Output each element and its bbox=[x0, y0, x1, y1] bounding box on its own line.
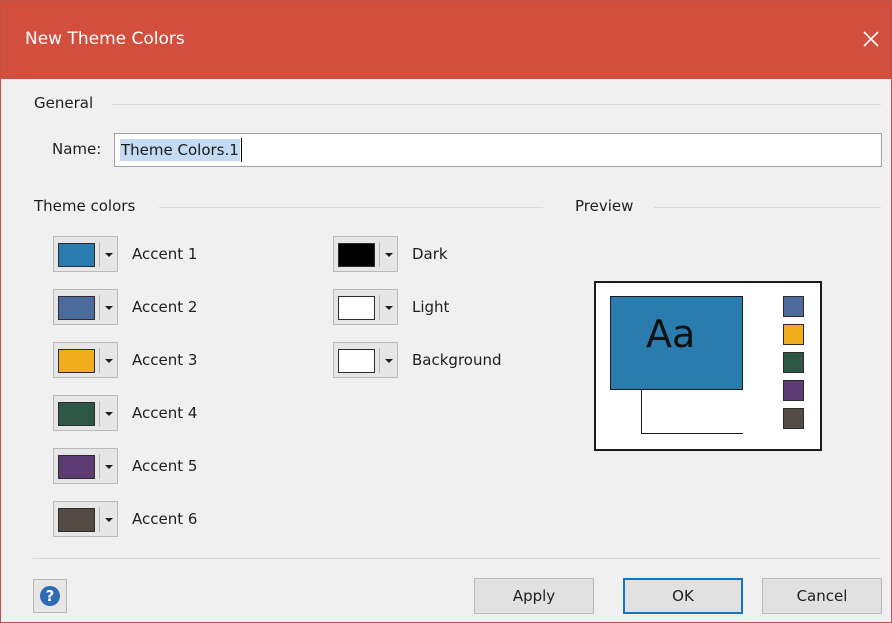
name-field[interactable]: Theme Colors.1 bbox=[114, 133, 882, 167]
text-caret bbox=[241, 138, 242, 162]
dropdown-separator bbox=[99, 295, 100, 320]
color-picker-button[interactable] bbox=[53, 501, 118, 537]
color-picker-button[interactable] bbox=[53, 289, 118, 325]
close-button[interactable] bbox=[851, 17, 891, 61]
theme-colors-divider bbox=[159, 207, 543, 208]
dropdown-arrow-icon bbox=[385, 253, 393, 257]
dropdown-arrow-icon bbox=[105, 465, 113, 469]
general-section-label: General bbox=[34, 94, 94, 112]
preview-color-swatch bbox=[783, 352, 804, 373]
dropdown-separator bbox=[379, 295, 380, 320]
color-picker-button[interactable] bbox=[53, 448, 118, 484]
color-swatch bbox=[58, 296, 95, 320]
color-swatch bbox=[58, 508, 95, 532]
general-divider bbox=[112, 104, 881, 105]
dropdown-arrow-icon bbox=[105, 359, 113, 363]
color-row-label: Light bbox=[412, 298, 450, 316]
color-swatch bbox=[338, 296, 375, 320]
name-field-value: Theme Colors.1 bbox=[120, 139, 240, 161]
color-row-label: Accent 1 bbox=[132, 245, 198, 263]
preview-underline bbox=[641, 433, 743, 434]
dropdown-arrow-icon bbox=[385, 306, 393, 310]
color-picker-button[interactable] bbox=[333, 236, 398, 272]
color-swatch bbox=[338, 243, 375, 267]
preview-section-label: Preview bbox=[575, 197, 634, 215]
dropdown-separator bbox=[99, 348, 100, 373]
theme-preview: Aa bbox=[594, 281, 822, 451]
color-swatch bbox=[58, 349, 95, 373]
new-theme-colors-dialog: New Theme Colors General Name: Theme Col… bbox=[0, 0, 892, 623]
preview-main-block: Aa bbox=[610, 296, 743, 390]
preview-color-swatch bbox=[783, 324, 804, 345]
preview-connector-line bbox=[641, 390, 642, 433]
dropdown-separator bbox=[99, 507, 100, 532]
preview-color-swatch bbox=[783, 380, 804, 401]
color-row-label: Accent 4 bbox=[132, 404, 198, 422]
title-bar: New Theme Colors bbox=[1, 1, 891, 79]
dropdown-arrow-icon bbox=[105, 306, 113, 310]
color-swatch bbox=[58, 402, 95, 426]
color-row-label: Dark bbox=[412, 245, 448, 263]
dropdown-separator bbox=[99, 401, 100, 426]
question-mark-icon: ? bbox=[40, 586, 60, 606]
close-icon bbox=[863, 31, 879, 47]
color-picker-button[interactable] bbox=[53, 236, 118, 272]
dropdown-separator bbox=[99, 242, 100, 267]
footer-divider bbox=[33, 558, 881, 559]
help-button[interactable]: ? bbox=[33, 579, 67, 613]
dropdown-separator bbox=[379, 242, 380, 267]
color-row-label: Background bbox=[412, 351, 502, 369]
color-row-label: Accent 5 bbox=[132, 457, 198, 475]
color-picker-button[interactable] bbox=[333, 289, 398, 325]
dropdown-separator bbox=[379, 348, 380, 373]
color-picker-button[interactable] bbox=[53, 395, 118, 431]
dropdown-arrow-icon bbox=[105, 518, 113, 522]
dropdown-arrow-icon bbox=[105, 253, 113, 257]
cancel-button[interactable]: Cancel bbox=[762, 578, 882, 614]
dropdown-arrow-icon bbox=[385, 359, 393, 363]
color-row-label: Accent 2 bbox=[132, 298, 198, 316]
color-swatch bbox=[58, 455, 95, 479]
window-title: New Theme Colors bbox=[25, 29, 185, 49]
preview-color-swatch bbox=[783, 408, 804, 429]
color-row-label: Accent 3 bbox=[132, 351, 198, 369]
dropdown-arrow-icon bbox=[105, 412, 113, 416]
color-picker-button[interactable] bbox=[333, 342, 398, 378]
dropdown-separator bbox=[99, 454, 100, 479]
color-swatch bbox=[58, 243, 95, 267]
apply-button[interactable]: Apply bbox=[474, 578, 594, 614]
color-swatch bbox=[338, 349, 375, 373]
color-row-label: Accent 6 bbox=[132, 510, 198, 528]
ok-button[interactable]: OK bbox=[623, 578, 743, 614]
preview-color-swatch bbox=[783, 296, 804, 317]
preview-sample-text: Aa bbox=[646, 312, 696, 356]
preview-divider bbox=[654, 207, 881, 208]
name-label: Name: bbox=[52, 140, 102, 158]
color-picker-button[interactable] bbox=[53, 342, 118, 378]
theme-colors-section-label: Theme colors bbox=[34, 197, 136, 215]
